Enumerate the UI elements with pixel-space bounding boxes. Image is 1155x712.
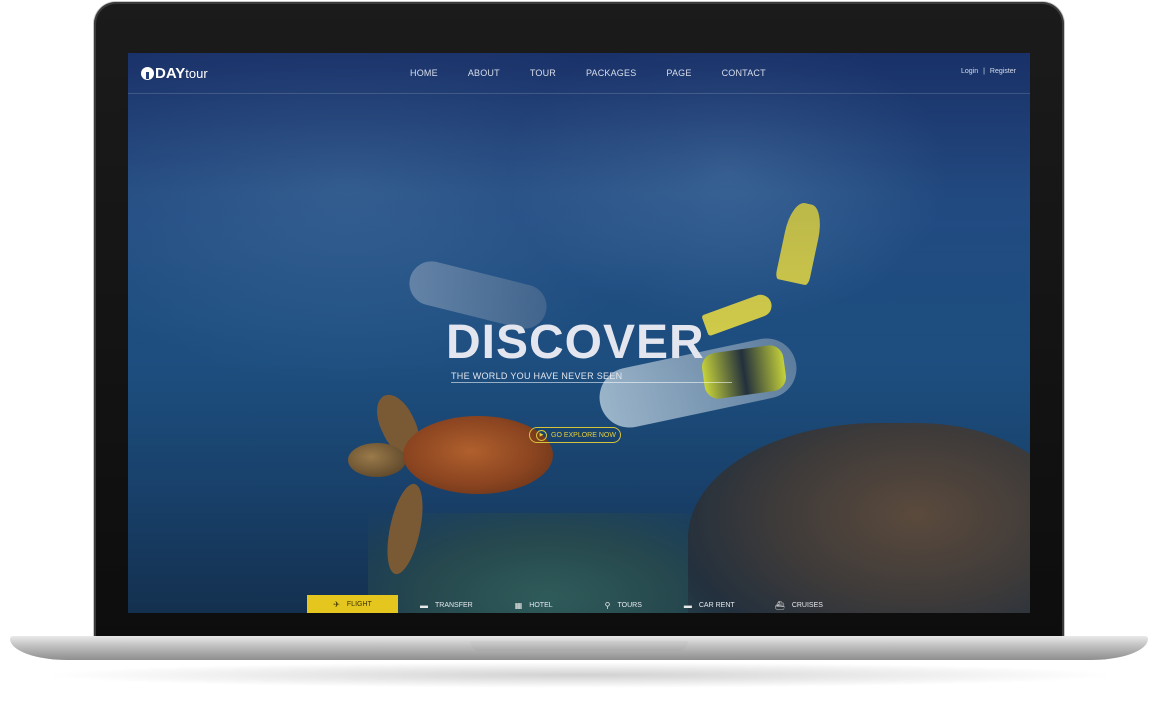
tab-tours[interactable]: ⚲ TOURS <box>605 597 642 613</box>
tab-cruises[interactable]: ⛴ CRUISES <box>775 597 823 613</box>
nav-contact[interactable]: CONTACT <box>722 68 766 78</box>
navbar: DAY tour HOME ABOUT TOUR PACKAGES PAGE C… <box>128 53 1030 94</box>
logo-text-bold: DAY <box>155 64 186 82</box>
nav-page[interactable]: PAGE <box>666 68 691 78</box>
booking-tabs: ✈ FLIGHT ▬ TRANSFER ▦ HOTEL ⚲ TOURS ▬ CA… <box>307 595 823 613</box>
play-icon: ▶ <box>536 429 547 441</box>
site-logo[interactable]: DAY tour <box>141 63 208 83</box>
explore-button-label: GO EXPLORE NOW <box>551 431 616 439</box>
ship-icon: ⛴ <box>774 600 785 610</box>
hero-title: DISCOVER <box>446 316 705 369</box>
tab-transfer[interactable]: ▬ TRANSFER <box>420 597 473 613</box>
plane-icon: ✈ <box>333 599 340 609</box>
tab-car-rent-label: CAR RENT <box>698 601 735 609</box>
nav-packages[interactable]: PACKAGES <box>586 68 636 78</box>
laptop-notch <box>470 641 688 651</box>
hero-subtitle: THE WORLD YOU HAVE NEVER SEEN <box>451 371 733 383</box>
logo-icon <box>141 66 154 80</box>
main-menu: HOME ABOUT TOUR PACKAGES PAGE CONTACT <box>410 53 796 93</box>
tab-flight[interactable]: ✈ FLIGHT <box>307 595 398 613</box>
tab-hotel[interactable]: ▦ HOTEL <box>515 597 553 613</box>
car-rent-icon: ▬ <box>683 600 692 610</box>
tab-tours-label: TOURS <box>617 601 642 609</box>
car-icon: ▬ <box>420 600 428 610</box>
explore-button[interactable]: ▶ GO EXPLORE NOW <box>529 427 621 443</box>
logo-text-light: tour <box>185 65 208 81</box>
auth-separator: | <box>983 68 985 75</box>
hiker-icon: ⚲ <box>604 600 611 610</box>
tab-transfer-label: TRANSFER <box>435 601 473 609</box>
hotel-icon: ▦ <box>514 600 523 610</box>
nav-tour[interactable]: TOUR <box>530 68 556 78</box>
auth-links: Login | Register <box>961 68 1016 75</box>
tab-cruises-label: CRUISES <box>791 601 823 609</box>
tab-hotel-label: HOTEL <box>529 601 553 609</box>
login-link[interactable]: Login <box>961 68 978 75</box>
laptop-shadow <box>40 662 1120 688</box>
website-screen: DAY tour HOME ABOUT TOUR PACKAGES PAGE C… <box>128 53 1030 613</box>
tab-flight-label: FLIGHT <box>346 600 372 608</box>
nav-home[interactable]: HOME <box>410 68 438 78</box>
nav-about[interactable]: ABOUT <box>468 68 500 78</box>
tab-car-rent[interactable]: ▬ CAR RENT <box>684 597 735 613</box>
register-link[interactable]: Register <box>990 68 1016 75</box>
